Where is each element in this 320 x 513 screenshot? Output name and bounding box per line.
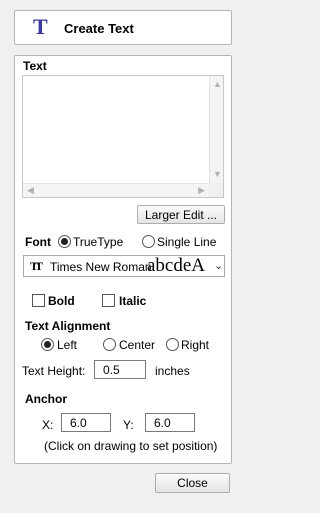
align-left-radio[interactable] (41, 338, 54, 351)
larger-edit-button[interactable]: Larger Edit ... (137, 205, 225, 224)
anchor-x-label: X: (42, 418, 54, 432)
bold-checkbox[interactable] (32, 294, 45, 307)
bold-label[interactable]: Bold (48, 294, 75, 308)
text-height-label: Text Height: (22, 364, 86, 378)
text-section-label: Text (23, 59, 47, 73)
anchor-y-label: Y: (123, 418, 134, 432)
single-line-radio[interactable] (142, 235, 155, 248)
main-panel: Text ▲ ▼ ◀ ▶ Larger Edit ... Font TrueTy… (14, 55, 232, 464)
anchor-x-input[interactable]: 6.0 (61, 413, 111, 432)
chevron-down-icon[interactable]: ⌄ (214, 259, 223, 272)
header-title: Create Text (64, 21, 134, 36)
text-height-unit: inches (155, 364, 190, 378)
close-button[interactable]: Close (155, 473, 230, 493)
header-panel: T Create Text (14, 10, 232, 45)
single-line-label[interactable]: Single Line (157, 235, 216, 249)
align-left-label[interactable]: Left (57, 338, 77, 352)
scroll-corner (209, 183, 223, 197)
font-label: Font (25, 235, 51, 249)
text-height-input[interactable]: 0.5 (94, 360, 146, 379)
truetype-font-icon: TT (30, 259, 43, 273)
truetype-radio[interactable] (58, 235, 71, 248)
text-input[interactable]: ▲ ▼ ◀ ▶ (22, 75, 224, 198)
truetype-label[interactable]: TrueType (73, 235, 123, 249)
horizontal-scrollbar[interactable]: ◀ ▶ (23, 183, 209, 197)
scroll-down-icon[interactable]: ▼ (213, 170, 222, 179)
scroll-up-icon[interactable]: ▲ (213, 80, 222, 89)
font-dropdown[interactable]: TT Times New Roman abcdeA ⌄ (23, 255, 225, 277)
anchor-hint: (Click on drawing to set position) (44, 439, 218, 453)
vertical-scrollbar[interactable]: ▲ ▼ (209, 76, 223, 183)
align-center-label[interactable]: Center (119, 338, 155, 352)
align-center-radio[interactable] (103, 338, 116, 351)
font-preview: abcdeA (147, 256, 206, 276)
italic-checkbox[interactable] (102, 294, 115, 307)
font-family-value: Times New Roman (50, 260, 152, 274)
align-right-radio[interactable] (166, 338, 179, 351)
scroll-right-icon[interactable]: ▶ (198, 186, 205, 195)
alignment-label: Text Alignment (25, 319, 111, 333)
italic-label[interactable]: Italic (119, 294, 146, 308)
scroll-left-icon[interactable]: ◀ (27, 186, 34, 195)
align-right-label[interactable]: Right (181, 338, 209, 352)
text-tool-icon: T (33, 14, 48, 39)
anchor-y-input[interactable]: 6.0 (145, 413, 195, 432)
anchor-label: Anchor (25, 392, 67, 406)
